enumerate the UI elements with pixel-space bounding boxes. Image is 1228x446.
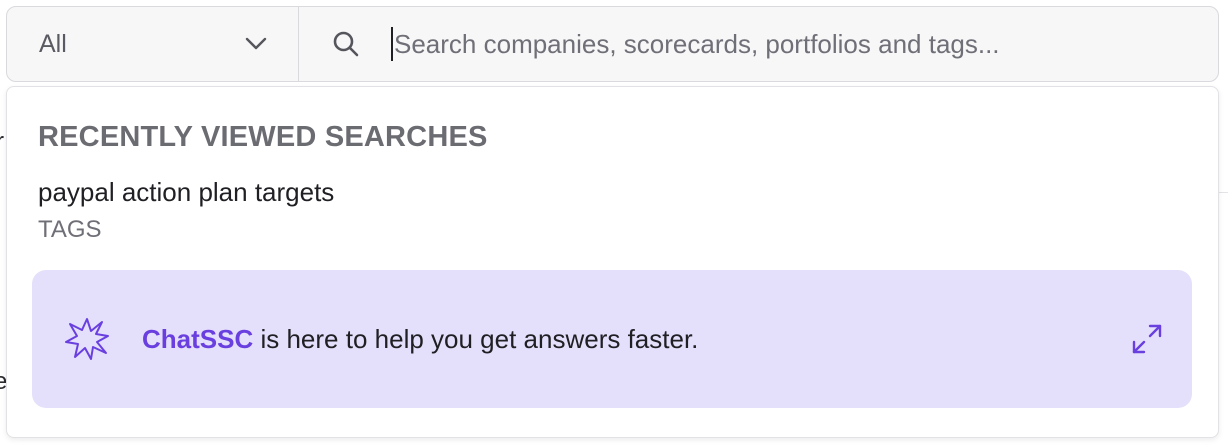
background-divider bbox=[1218, 192, 1228, 193]
search-field bbox=[299, 7, 1218, 81]
recent-searches-heading: RECENTLY VIEWED SEARCHES bbox=[38, 121, 488, 153]
background-text-fragment: r bbox=[0, 128, 4, 156]
search-icon bbox=[331, 29, 361, 59]
recent-search-name: paypal action plan targets bbox=[38, 177, 335, 207]
global-search-bar: All bbox=[6, 6, 1219, 82]
page: r e All RECENTLY VIEWED SEARCHES bbox=[0, 0, 1228, 446]
chatssc-message-text: is here to help you get answers faster. bbox=[253, 323, 699, 354]
recent-search-item[interactable]: paypal action plan targets TAGS bbox=[38, 177, 334, 244]
search-input[interactable] bbox=[391, 27, 1218, 61]
search-dropdown: RECENTLY VIEWED SEARCHES paypal action p… bbox=[6, 86, 1219, 438]
search-scope-value: All bbox=[39, 29, 67, 58]
search-scope-select[interactable]: All bbox=[7, 7, 299, 81]
chevron-down-icon bbox=[244, 32, 268, 56]
chatssc-link[interactable]: ChatSSC bbox=[142, 324, 253, 354]
chatssc-banner: ChatSSC is here to help you get answers … bbox=[32, 270, 1192, 408]
recent-search-type: TAGS bbox=[38, 216, 102, 243]
expand-icon[interactable] bbox=[1130, 322, 1164, 356]
sparkle-icon bbox=[64, 316, 110, 362]
chatssc-message: ChatSSC is here to help you get answers … bbox=[142, 324, 1130, 355]
